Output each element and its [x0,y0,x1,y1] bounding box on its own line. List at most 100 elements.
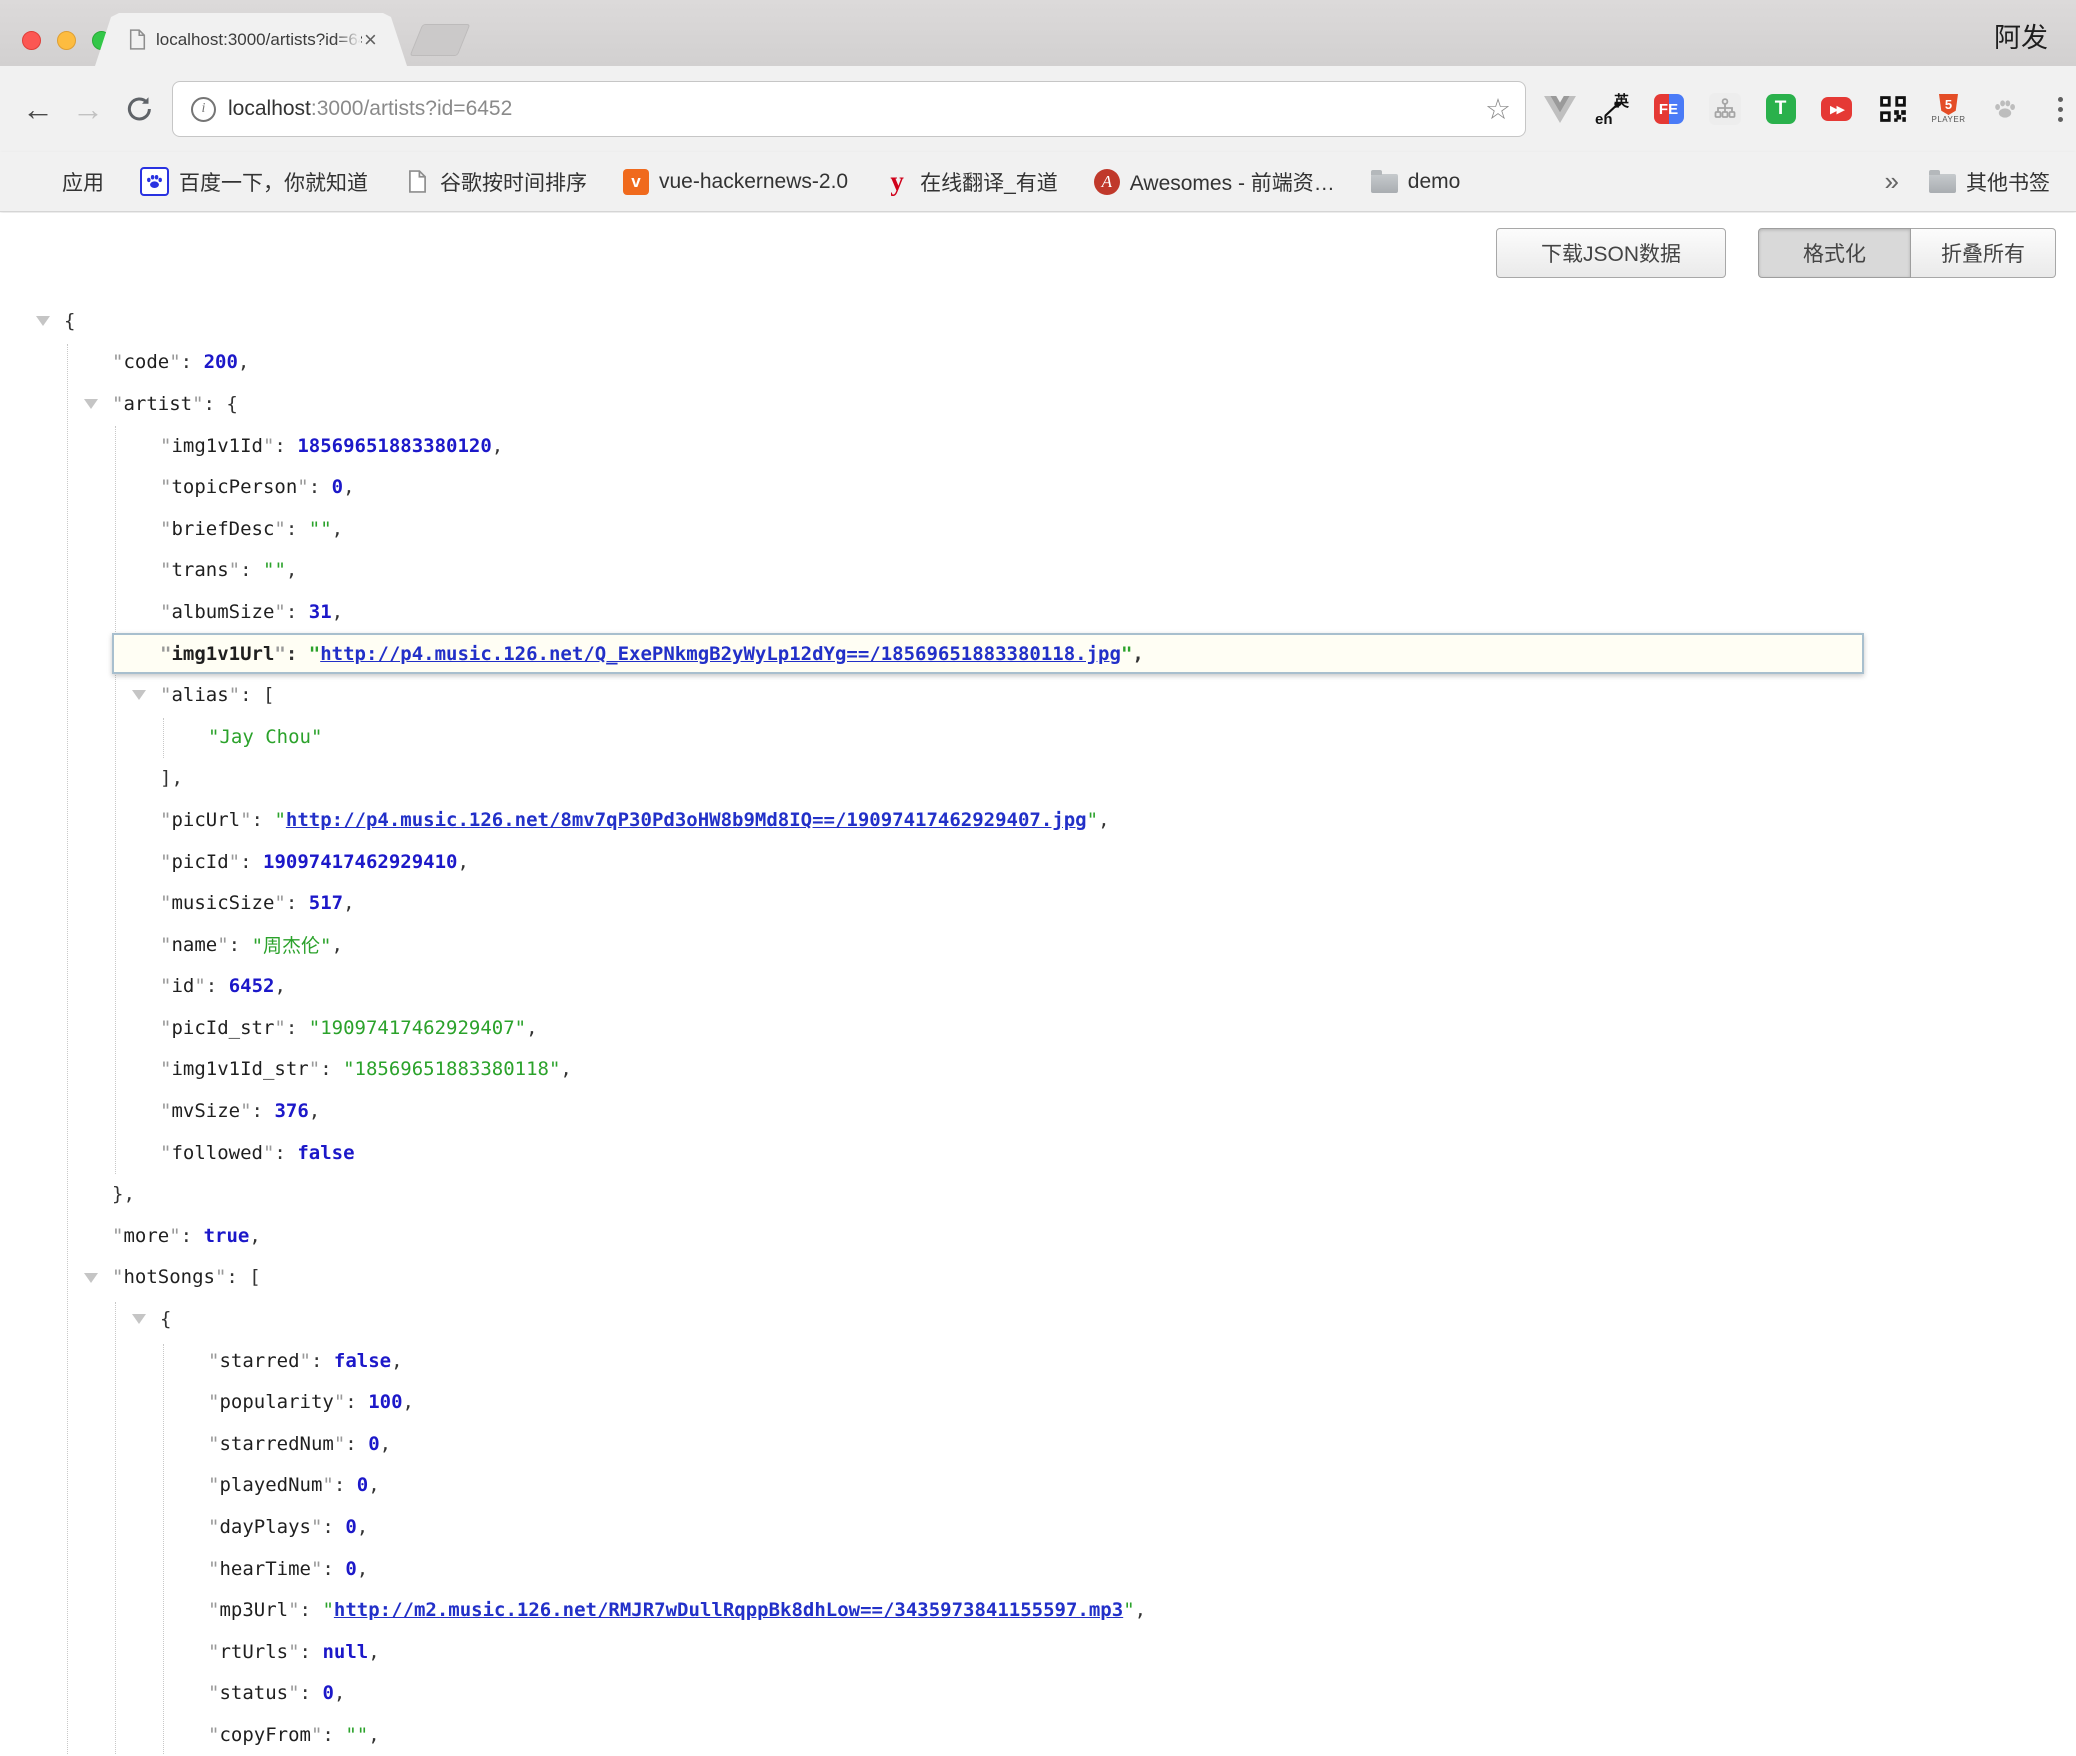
address-bar[interactable]: i localhost:3000/artists?id=6452 ☆ [172,81,1526,137]
view-mode-group: 格式化 折叠所有 [1758,228,2056,278]
other-bookmarks-folder[interactable]: 其他书签 [1929,167,2050,197]
json-quote: " [208,1724,219,1746]
json-value-literal: 31 [309,601,332,623]
json-punct: , [368,1641,379,1663]
json-key: code [123,351,169,373]
awesome-icon: A [1094,169,1120,195]
json-quote: " [311,1724,322,1746]
json-value-literal: 376 [274,1100,308,1122]
collapse-toggle-icon[interactable] [132,690,146,700]
json-punct: , [380,1433,391,1455]
json-key: trans [171,559,228,581]
json-line: "img1v1Id": 18569651883380120, [0,425,2076,467]
json-punct: , [357,1558,368,1580]
json-punct: , [560,1058,571,1080]
json-quote: " [309,643,320,665]
page-content: 下载JSON数据 格式化 折叠所有 {"code": 200,"artist":… [0,213,2076,1754]
json-quote: " [112,1225,123,1247]
json-key: status [219,1682,288,1704]
json-quote: " [208,1516,219,1538]
sitemap-icon[interactable] [1708,93,1741,126]
json-punct: , [526,1017,537,1039]
forward-button: → [72,93,104,125]
json-line: "musicSize": 517, [0,882,2076,924]
json-value-string: "周杰伦" [252,931,332,958]
window-minimize-button[interactable] [57,31,76,50]
json-value-literal: 0 [332,476,343,498]
bookmark-item[interactable]: 应用 [26,167,104,197]
json-value-literal: false [297,1142,354,1164]
collapse-toggle-icon[interactable] [84,1273,98,1283]
json-quote: " [240,809,251,831]
collapse-toggle-icon[interactable] [84,399,98,409]
json-line: "albumSize": 31, [0,591,2076,633]
json-punct: : [322,1558,345,1580]
json-punct: , [368,1474,379,1496]
bookmark-item[interactable]: demo [1371,170,1461,194]
json-value-string: "" [309,518,332,540]
json-value-literal: 517 [309,892,343,914]
json-punct: , [343,892,354,914]
json-quote: " [160,1100,171,1122]
bookmark-label: 其他书签 [1966,167,2050,197]
translate-icon[interactable]: 英en [1596,93,1629,126]
json-punct: , [286,559,297,581]
json-key: playedNum [219,1474,322,1496]
json-punct: : [322,1724,345,1746]
bookmark-items: 应用 百度一下，你就知道 谷歌按时间排序 vvue-hackernews-2.0 y在线… [26,167,1460,197]
json-line: "briefDesc": "", [0,508,2076,550]
json-line: "mp3Url": "http://m2.music.126.net/RMJR7… [0,1589,2076,1631]
json-quote: " [311,1558,322,1580]
json-quote: " [288,1641,299,1663]
window-controls [22,31,111,50]
new-tab-button[interactable] [410,24,471,56]
json-quote: " [208,1641,219,1663]
bookmark-item[interactable]: y在线翻译_有道 [884,167,1058,197]
json-link[interactable]: http://m2.music.126.net/RMJR7wDullRqppBk… [334,1599,1123,1621]
vue-devtools-icon[interactable] [1544,96,1576,123]
bookmark-item[interactable]: vvue-hackernews-2.0 [623,169,848,195]
bookmark-item[interactable]: 谷歌按时间排序 [404,167,587,197]
overflow-menu-icon[interactable] [2044,93,2076,126]
bookmark-item[interactable]: 百度一下，你就知道 [140,167,368,197]
json-quote: " [229,684,240,706]
download-json-button[interactable]: 下载JSON数据 [1496,228,1726,278]
json-punct: : [286,892,309,914]
window-close-button[interactable] [22,31,41,50]
collapse-toggle-icon[interactable] [132,1314,146,1324]
json-line: "more": true, [0,1215,2076,1257]
json-link[interactable]: http://p4.music.126.net/8mv7qP30Pd3oHW8b… [286,809,1087,831]
json-quote: " [160,975,171,997]
page-icon [404,169,430,195]
tampermonkey-icon[interactable]: T [1764,93,1797,126]
collapse-toggle-icon[interactable] [36,316,50,326]
qrcode-icon[interactable] [1876,93,1909,126]
json-quote: " [311,1516,322,1538]
reload-button[interactable] [124,94,154,124]
json-line: "img1v1Url": "http://p4.music.126.net/Q_… [112,633,1864,675]
json-link[interactable]: http://p4.music.126.net/Q_ExePNkmgB2yWyL… [320,643,1121,665]
video-icon[interactable]: ▶▶ [1820,93,1853,126]
bookmarks-overflow-chevron[interactable]: » [1885,166,1899,197]
json-quote: " [288,1682,299,1704]
browser-tab[interactable]: localhost:3000/artists?id=645 × [95,13,407,66]
json-quote: " [112,393,123,415]
json-quote: " [322,1599,333,1621]
bookmark-item[interactable]: AAwesomes - 前端资… [1094,167,1335,197]
fe-icon[interactable]: FE [1652,93,1685,126]
paw-icon[interactable] [1988,93,2021,126]
json-key: picId [171,851,228,873]
site-info-icon[interactable]: i [191,97,216,122]
back-button[interactable]: ← [22,93,54,125]
tab-close-icon[interactable]: × [364,29,377,51]
json-value-literal: 0 [345,1558,356,1580]
json-quote: " [160,643,171,665]
collapse-all-button[interactable]: 折叠所有 [1911,228,2056,278]
bookmark-star-icon[interactable]: ☆ [1485,92,1511,127]
json-key: rtUrls [219,1641,288,1663]
format-button[interactable]: 格式化 [1758,228,1911,278]
json-quote: " [274,643,285,665]
html5-player-icon[interactable]: 5PLAYER [1932,93,1965,126]
profile-name[interactable]: 阿发 [1994,16,2048,55]
json-line: "rtUrls": null, [0,1631,2076,1673]
